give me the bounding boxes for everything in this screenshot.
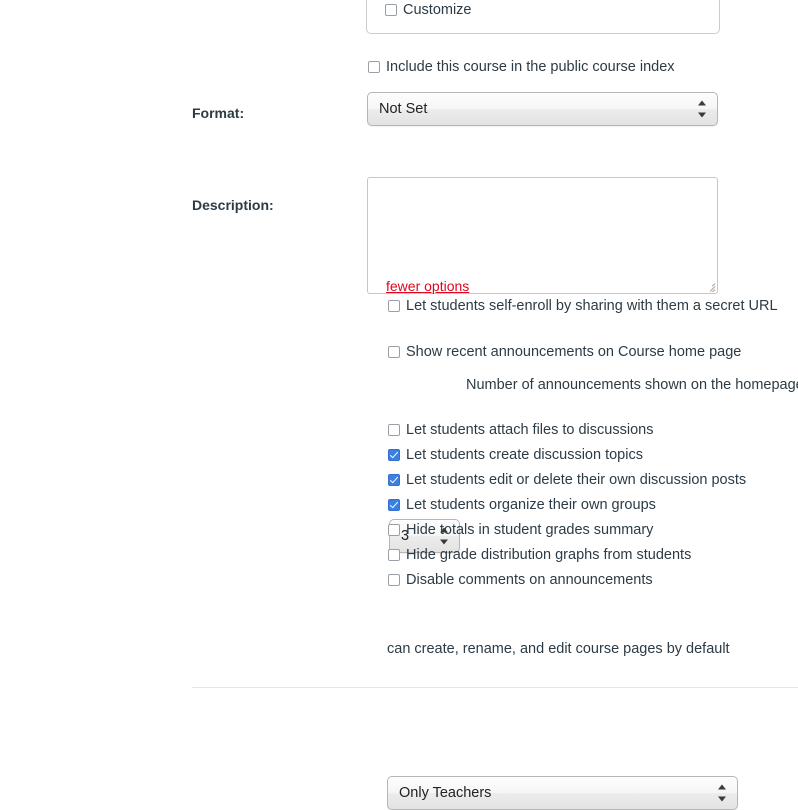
chevron-updown-icon: [697, 101, 706, 118]
self-enroll-label: Let students self-enroll by sharing with…: [406, 298, 778, 314]
course-option-row[interactable]: Let students organize their own groups: [388, 492, 746, 517]
fewer-options-link[interactable]: fewer options: [386, 278, 469, 294]
public-course-index-label: Include this course in the public course…: [386, 59, 675, 75]
announcement-count-helper: Number of announcements shown on the hom…: [466, 377, 798, 393]
self-enroll-row[interactable]: Let students self-enroll by sharing with…: [388, 298, 778, 314]
public-course-index-checkbox[interactable]: [368, 61, 380, 73]
show-announcements-row[interactable]: Show recent announcements on Course home…: [388, 344, 741, 360]
course-option-checkbox[interactable]: [388, 474, 400, 486]
course-options-list: Let students attach files to discussions…: [388, 417, 746, 592]
customize-label: Customize: [403, 2, 472, 18]
course-option-checkbox[interactable]: [388, 424, 400, 436]
course-option-row[interactable]: Hide totals in student grades summary: [388, 517, 746, 542]
course-option-row[interactable]: Let students attach files to discussions: [388, 417, 746, 442]
course-option-row[interactable]: Let students edit or delete their own di…: [388, 467, 746, 492]
course-option-label: Let students organize their own groups: [406, 497, 656, 513]
customize-checkbox[interactable]: [385, 4, 397, 16]
chevron-updown-icon: [717, 785, 726, 802]
customize-checkbox-row[interactable]: Customize: [385, 2, 472, 18]
wiki-editing-roles-helper: can create, rename, and edit course page…: [387, 641, 730, 657]
wiki-editing-roles-value: Only Teachers: [399, 785, 491, 801]
course-option-checkbox[interactable]: [388, 499, 400, 511]
course-option-label: Hide totals in student grades summary: [406, 522, 653, 538]
course-option-label: Hide grade distribution graphs from stud…: [406, 547, 691, 563]
resize-handle-icon[interactable]: [703, 279, 716, 292]
format-label: Format:: [192, 105, 244, 121]
public-course-index-row[interactable]: Include this course in the public course…: [368, 59, 675, 75]
description-label: Description:: [192, 197, 274, 213]
format-select[interactable]: Not Set: [367, 92, 718, 126]
course-option-checkbox[interactable]: [388, 524, 400, 536]
wiki-editing-roles-select[interactable]: Only Teachers: [387, 776, 738, 810]
self-enroll-checkbox[interactable]: [388, 300, 400, 312]
course-option-row[interactable]: Hide grade distribution graphs from stud…: [388, 542, 746, 567]
course-option-row[interactable]: Let students create discussion topics: [388, 442, 746, 467]
show-announcements-label: Show recent announcements on Course home…: [406, 344, 741, 360]
section-divider: [192, 687, 798, 688]
course-option-row[interactable]: Disable comments on announcements: [388, 567, 746, 592]
format-select-value: Not Set: [379, 101, 427, 117]
course-option-checkbox[interactable]: [388, 449, 400, 461]
course-option-checkbox[interactable]: [388, 549, 400, 561]
course-option-label: Disable comments on announcements: [406, 572, 653, 588]
description-textarea[interactable]: [367, 177, 718, 294]
course-image-card: Customize: [366, 0, 720, 34]
course-option-checkbox[interactable]: [388, 574, 400, 586]
course-option-label: Let students edit or delete their own di…: [406, 472, 746, 488]
course-option-label: Let students attach files to discussions: [406, 422, 653, 438]
show-announcements-checkbox[interactable]: [388, 346, 400, 358]
course-option-label: Let students create discussion topics: [406, 447, 643, 463]
